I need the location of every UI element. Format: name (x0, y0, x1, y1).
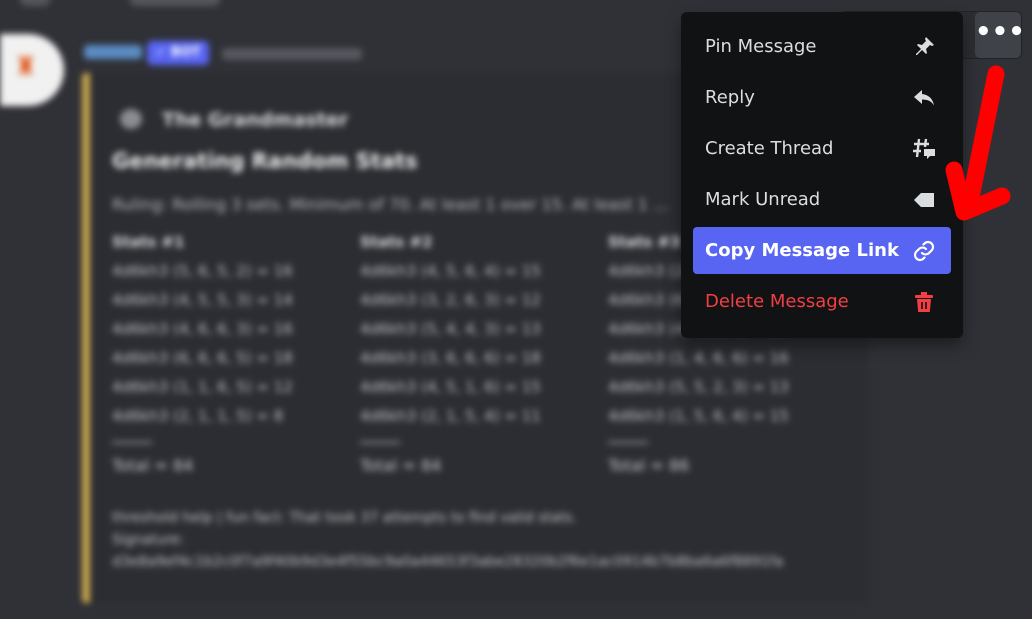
embed-field-line: 4d6kh3 (1, 1, 6, 5) = 12 (112, 378, 293, 396)
avatar[interactable]: ♜ (0, 34, 64, 106)
menu-item-mark-unread[interactable]: Mark Unread (693, 176, 951, 223)
message-timestamp (222, 48, 362, 60)
embed-field-line: 4d6kh3 (3, 2, 6, 3) = 12 (360, 291, 541, 309)
menu-item-label: Delete Message (705, 291, 849, 312)
discord-screen: ♜ ✓ BOT The Grandmaster Generating Rando… (0, 0, 1032, 619)
embed-field-separator (112, 441, 152, 444)
embed-field-line: 4d6kh3 (6, 6, 6, 5) = 18 (112, 349, 293, 367)
embed-field-line: 4d6kh3 (2, 1, 5, 4) = 11 (360, 407, 541, 425)
embed-field-line: 4d6kh3 (4, 6, 6, 3) = 16 (112, 320, 293, 338)
embed-footer-line: threshold help | fun fact: That took 37 … (112, 510, 577, 526)
embed-field-separator (608, 441, 648, 444)
avatar-glyph-icon: ♜ (14, 52, 38, 82)
embed-field-line: 4d6kh3 (3, 6, 6, 6) = 18 (360, 349, 541, 367)
embed-field-separator (360, 441, 400, 444)
embed-field-line: 4d6kh3 (1, 5, 6, 4) = 15 (608, 407, 789, 425)
trash-icon (911, 289, 937, 315)
embed-field-line: 4d6kh3 (4, 5, 6, 4) = 15 (360, 262, 541, 280)
embed-footer-line: d3e8a9ef4c1b2c0f7a9f40b9d3e4f55bc9a0a446… (112, 554, 784, 570)
embed-field-name: Stats #1 (112, 233, 185, 251)
menu-item-label: Pin Message (705, 36, 817, 57)
embed-field-line: 4d6kh3 (5, 5, 2, 3) = 13 (608, 378, 789, 396)
embed-field-total: Total = 86 (608, 456, 690, 475)
menu-item-pin-message[interactable]: Pin Message (693, 23, 951, 70)
menu-item-label: Copy Message Link (705, 240, 899, 261)
username[interactable] (84, 45, 142, 59)
menu-item-reply[interactable]: Reply (693, 74, 951, 121)
embed-author-icon (120, 109, 142, 129)
embed-field-total: Total = 84 (360, 456, 442, 475)
embed-field-line: 4d6kh3 (5, 4, 4, 3) = 13 (360, 320, 541, 338)
embed-field-name: Stats #2 (360, 233, 433, 251)
menu-item-label: Reply (705, 87, 755, 108)
top-fragment (130, 0, 220, 6)
embed-field: Stats #2 4d6kh3 (4, 5, 6, 4) = 15 4d6kh3… (360, 233, 590, 475)
embed-author: The Grandmaster (162, 109, 349, 131)
menu-item-create-thread[interactable]: Create Thread (693, 125, 951, 172)
embed-field-line: 4d6kh3 (4, 5, 1, 6) = 15 (360, 378, 541, 396)
pin-icon (911, 34, 937, 60)
menu-item-label: Mark Unread (705, 189, 821, 210)
top-fragment (20, 0, 50, 6)
embed-field-line: 4d6kh3 (4, 5, 5, 3) = 14 (112, 291, 293, 309)
embed-footer: threshold help | fun fact: That took 37 … (112, 507, 783, 573)
embed-field-total: Total = 84 (112, 456, 194, 475)
menu-item-copy-message-link[interactable]: Copy Message Link (693, 227, 951, 274)
embed-footer-line: Signature: (112, 532, 185, 548)
menu-item-label: Create Thread (705, 138, 834, 159)
embed-field-line: 4d6kh3 (2, 1, 1, 5) = 8 (112, 407, 284, 425)
more-options-button[interactable]: ••• (975, 12, 1025, 58)
embed-field-line: 4d6kh3 (5, 6, 5, 2) = 16 (112, 262, 293, 280)
embed-field-line: 4d6kh3 (1, 4, 6, 6) = 16 (608, 349, 789, 367)
menu-item-delete-message[interactable]: Delete Message (693, 278, 951, 325)
link-icon (911, 238, 937, 264)
embed-description: Ruling: Rolling 3 sets. Minimum of 70. A… (112, 195, 669, 214)
embed-field: Stats #1 4d6kh3 (5, 6, 5, 2) = 16 4d6kh3… (112, 233, 342, 475)
message-context-menu: Pin Message Reply Create Thread Mark Unr… (681, 12, 963, 338)
red-arrow-annotation (945, 65, 1011, 221)
embed-title: Generating Random Stats (112, 149, 418, 173)
bot-badge: ✓ BOT (147, 41, 209, 65)
